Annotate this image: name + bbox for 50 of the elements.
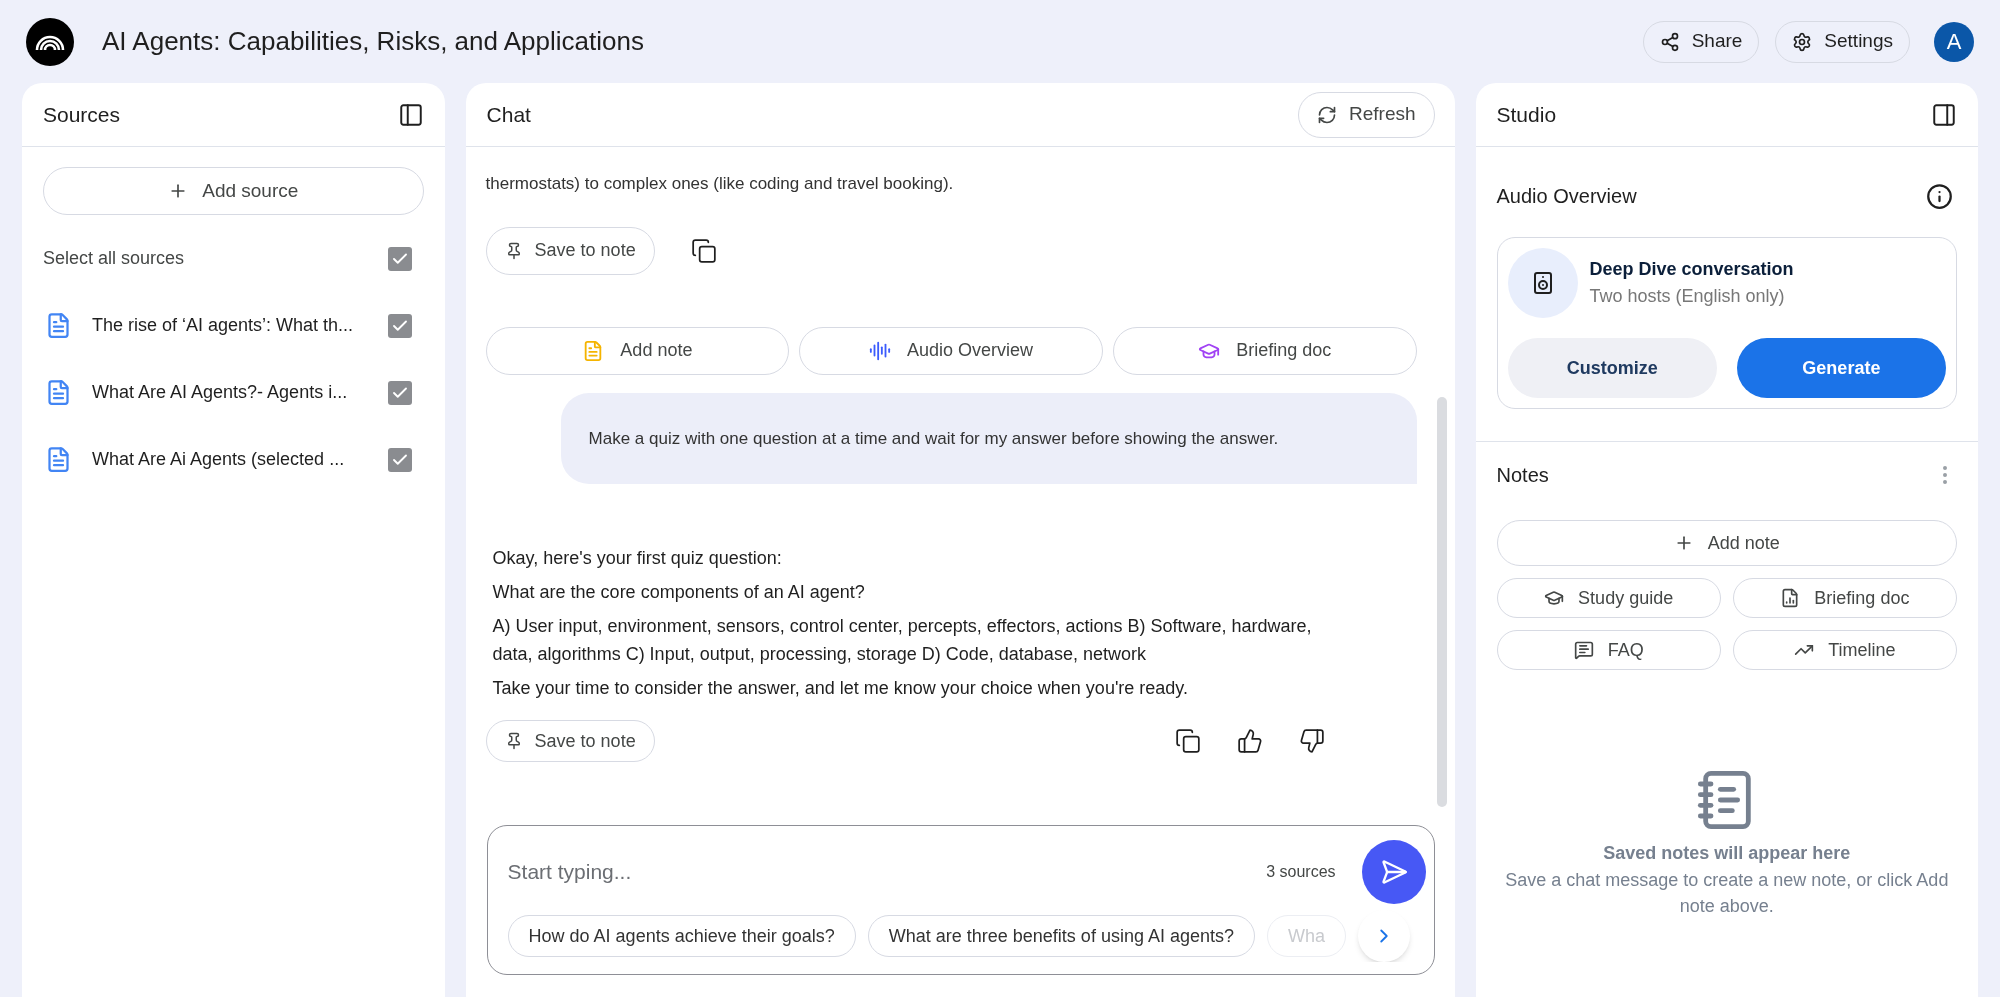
message-input-field[interactable]: Start typing...: [507, 856, 1267, 888]
checkbox[interactable]: [387, 380, 412, 405]
copy-icon[interactable]: [1174, 728, 1201, 754]
empty-notes-title: Saved notes will appear here: [1603, 842, 1851, 865]
share-icon: [1659, 31, 1680, 52]
info-icon[interactable]: [1926, 182, 1953, 210]
settings-icon: [1792, 31, 1813, 52]
select-all-label: Select all sources: [43, 247, 185, 270]
send-icon: [1379, 858, 1408, 886]
panel-title: Studio: [1496, 101, 1557, 128]
source-title[interactable]: What Are AI Agents?- Agents i...: [92, 379, 388, 406]
source-count: 3 sources: [1266, 862, 1336, 882]
graduation-cap-icon: [1544, 588, 1565, 608]
section-title: Audio Overview: [1496, 184, 1637, 209]
source-title[interactable]: What Are Ai Agents (selected ...: [92, 446, 388, 473]
thumbs-down-icon[interactable]: [1298, 728, 1325, 754]
customize-button[interactable]: Customize: [1507, 338, 1717, 398]
panel-title: Sources: [43, 101, 121, 128]
card-subtitle: Two hosts (English only): [1589, 285, 1786, 308]
source-title[interactable]: The rise of ‘AI agents’: What th...: [92, 312, 388, 339]
notebook-title: AI Agents: Capabilities, Risks, and Applications: [102, 25, 644, 58]
audio-wave-icon: [869, 339, 891, 362]
thumbs-up-icon[interactable]: [1236, 728, 1263, 754]
section-title: Notes: [1496, 463, 1549, 488]
scrollbar[interactable]: [1436, 397, 1447, 807]
copy-icon[interactable]: [690, 237, 717, 264]
document-icon: [45, 312, 72, 339]
sidebar-toggle-icon[interactable]: [397, 101, 424, 128]
sidebar-toggle-icon[interactable]: [1931, 101, 1957, 128]
checkbox[interactable]: [387, 447, 412, 472]
response-text: A) User input, environment, sensors, control center, percepts, effectors, actions B) Software, hardware, data, algorithms C) Input, output, processing, storage D) Code, database, network: [492, 615, 1313, 666]
empty-notes-text: Save a chat message to create a new note, or click Add note above.: [1504, 869, 1950, 918]
avatar[interactable]: A: [1934, 21, 1974, 62]
response-text: Okay, here's your first quiz question:: [492, 547, 783, 570]
share-button[interactable]: Share: [1642, 20, 1760, 63]
generate-button[interactable]: Generate: [1736, 338, 1946, 398]
settings-button[interactable]: Settings: [1775, 20, 1910, 63]
response-text: What are the core components of an AI agent?: [492, 581, 866, 604]
checkbox[interactable]: [387, 313, 412, 338]
checkbox[interactable]: [387, 246, 412, 271]
logo-icon: [26, 17, 74, 66]
response-text: Take your time to consider the answer, and let me know your choice when you're ready.: [492, 677, 1190, 700]
document-icon: [45, 379, 72, 406]
panel-title: Chat: [486, 101, 531, 128]
response-text: thermostats) to complex ones (like coding and travel booking).: [485, 173, 955, 195]
refresh-icon: [1317, 104, 1337, 125]
document-icon: [45, 446, 72, 473]
chat-bubble-icon: [1573, 640, 1594, 660]
card-title: Deep Dive conversation: [1589, 258, 1794, 281]
user-message: Make a quiz with one question at a time and wait for my answer before showing the answer.: [560, 392, 1417, 484]
